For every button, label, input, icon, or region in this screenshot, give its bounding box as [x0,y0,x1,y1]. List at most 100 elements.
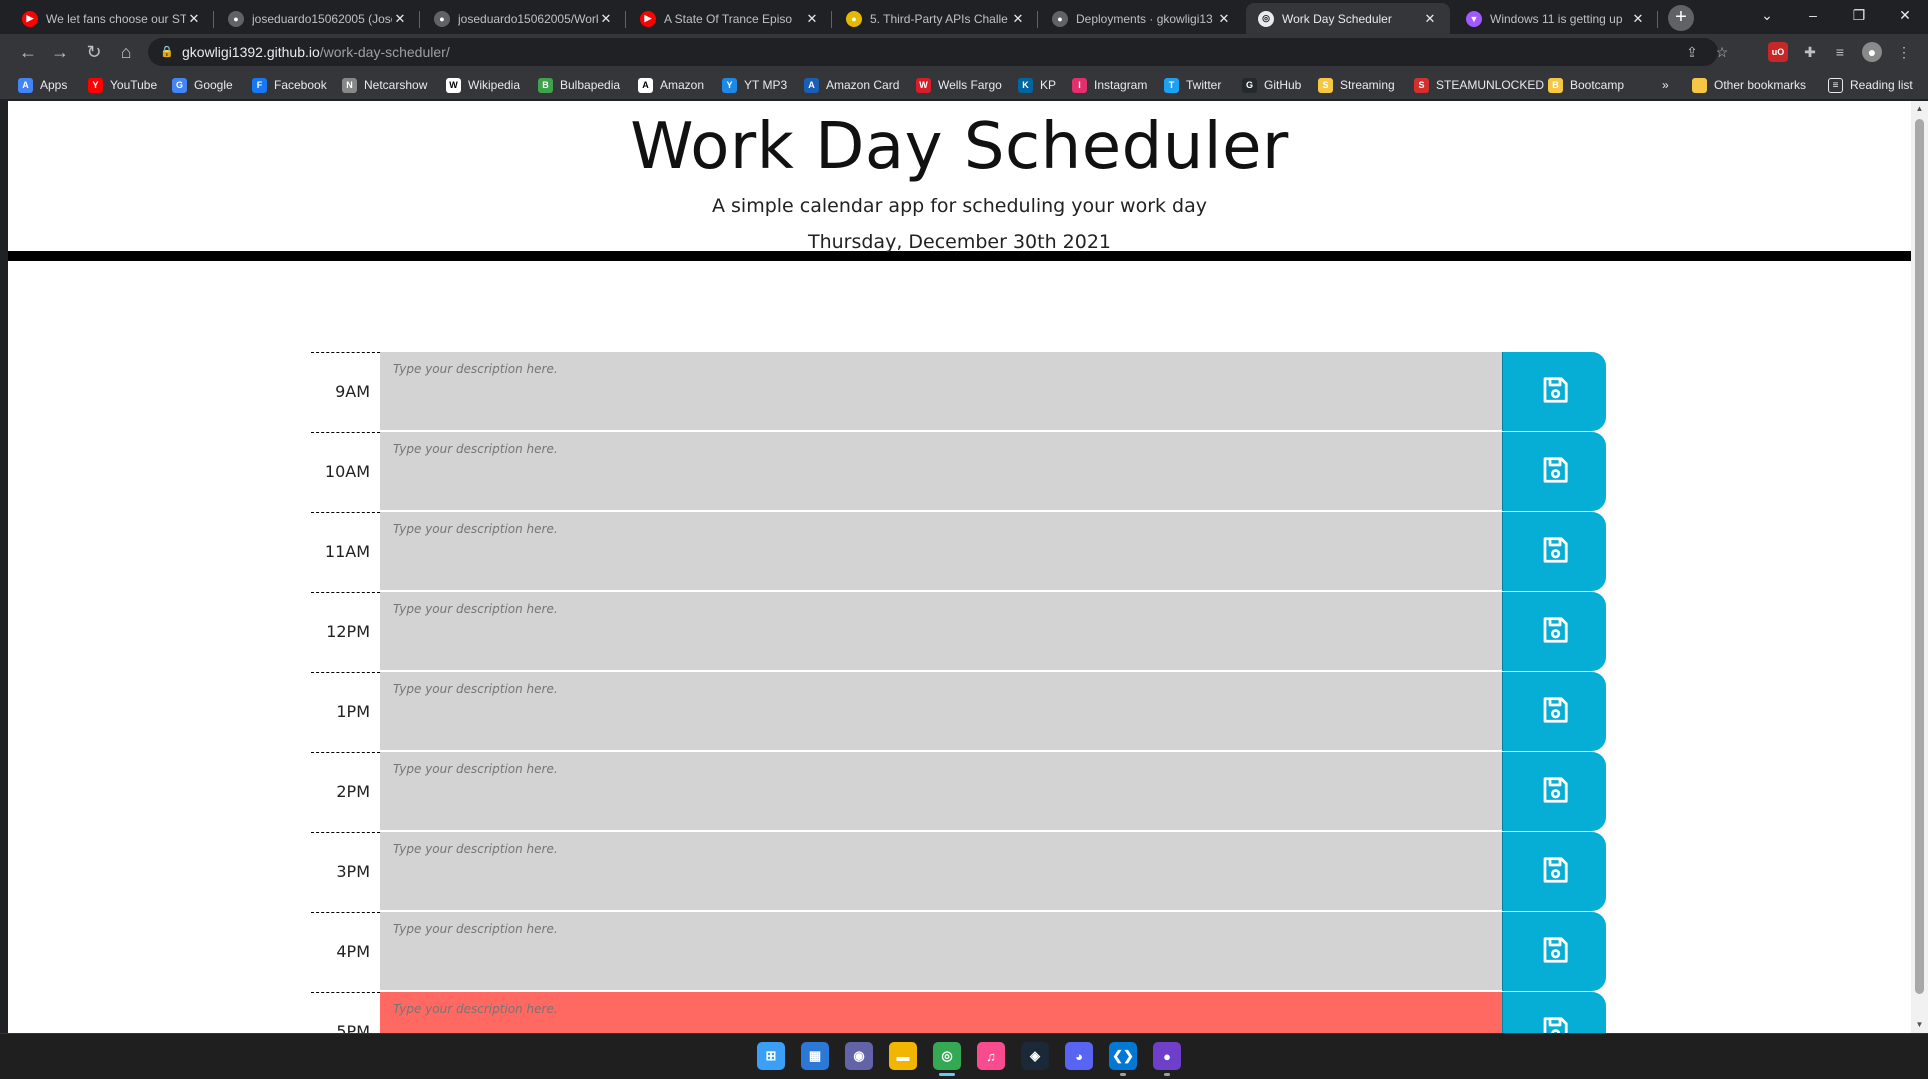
close-tab-icon[interactable]: ✕ [1010,11,1026,27]
save-button[interactable] [1502,672,1606,751]
close-tab-icon[interactable]: ✕ [392,11,408,27]
browser-tab[interactable]: ▼ Windows 11 is getting up ✕ [1454,3,1658,34]
close-tab-icon[interactable]: ✕ [186,11,202,27]
hour-label: 3PM [311,832,380,912]
bookmark-wikipedia[interactable]: W Wikipedia [446,75,520,95]
bookmark-wells-fargo[interactable]: W Wells Fargo [916,75,1002,95]
file-explorer-icon[interactable]: ▬ [889,1042,917,1070]
bookmark-yt-mp3[interactable]: Y YT MP3 [722,75,787,95]
bookmark-streaming[interactable]: S Streaming [1318,75,1395,95]
close-tab-icon[interactable]: ✕ [804,11,820,27]
address-bar[interactable]: 🔒 gkowligi1392.github.io/work-day-schedu… [148,38,1728,66]
save-button[interactable] [1502,912,1606,991]
vscode-icon[interactable]: ❮❯ [1109,1042,1137,1076]
tab-separator [1657,11,1658,28]
forward-arrow-icon[interactable]: → [46,38,74,66]
tab-title: Work Day Scheduler [1282,11,1392,26]
browser-tab[interactable]: ▶ A State Of Trance Episo ✕ [628,3,832,34]
other-bookmarks-folder[interactable]: Other bookmarks [1692,75,1806,95]
bookmark-label: Wells Fargo [938,78,1002,92]
close-tab-icon[interactable]: ✕ [1422,11,1438,27]
bookmark-netcarshow[interactable]: N Netcarshow [342,75,427,95]
browser-tab[interactable]: ◎ Work Day Scheduler ✕ [1246,3,1450,34]
github-desktop-icon[interactable]: ● [1153,1042,1181,1076]
tab-title: joseduardo15062005 (Jose [252,11,392,26]
bookmarks-overflow-button[interactable]: » [1662,75,1669,95]
bookmark-instagram[interactable]: I Instagram [1072,75,1147,95]
reading-list-button[interactable]: ≡ Reading list [1828,75,1913,95]
chrome-icon[interactable]: ◎ [933,1042,961,1076]
browser-tab[interactable]: ● Deployments · gkowligi13 ✕ [1040,3,1244,34]
itunes-icon[interactable]: ♫ [977,1042,1005,1070]
description-textarea[interactable] [380,352,1502,431]
bookmark-steamunlocked[interactable]: S STEAMUNLOCKED [1414,75,1544,95]
bookmark-youtube[interactable]: Y YouTube [88,75,157,95]
tab-search-chevron-icon[interactable]: ⌄ [1744,0,1790,30]
save-button[interactable] [1502,512,1606,591]
description-textarea[interactable] [380,912,1502,991]
profile-avatar-icon[interactable]: ● [1862,42,1882,62]
minimize-button[interactable]: – [1790,0,1836,30]
share-icon[interactable]: ⇪ [1682,42,1702,62]
bookmark-amazon[interactable]: A Amazon [638,75,704,95]
schedule-container: 9AM10AM11AM12PM1PM2PM3PM4PM5PM [311,352,1611,1033]
bookmark-bulbapedia[interactable]: B Bulbapedia [538,75,620,95]
tab-separator [1037,11,1038,28]
scrollbar-thumb[interactable] [1915,119,1924,994]
windows-start-icon[interactable]: ⊞ [757,1042,785,1070]
ublock-extension-icon[interactable]: uO [1768,42,1788,62]
bookmark-apps[interactable]: A Apps [18,75,67,95]
widgets-icon[interactable]: ▦ [801,1042,829,1070]
page-scrollbar[interactable]: ▲ ▼ [1911,101,1928,1033]
description-textarea[interactable] [380,432,1502,511]
discord-icon[interactable]: ◕ [1065,1042,1093,1070]
bookmark-bootcamp[interactable]: B Bootcamp [1548,75,1624,95]
save-button[interactable] [1502,432,1606,511]
github-icon: ● [434,10,450,27]
description-textarea[interactable] [380,832,1502,911]
tab-title: We let fans choose our STA [46,11,186,26]
browser-tab[interactable]: ● joseduardo15062005 (Jose ✕ [216,3,420,34]
save-button[interactable] [1502,592,1606,671]
description-textarea[interactable] [380,992,1502,1033]
scroll-down-arrow-icon[interactable]: ▼ [1911,1017,1928,1033]
home-icon[interactable]: ⌂ [112,38,140,66]
media-control-icon[interactable]: ≡ [1830,42,1850,62]
description-textarea[interactable] [380,672,1502,751]
restore-button[interactable]: ❐ [1836,0,1882,30]
save-button[interactable] [1502,832,1606,911]
description-textarea[interactable] [380,752,1502,831]
close-tab-icon[interactable]: ✕ [1216,11,1232,27]
new-tab-button[interactable]: + [1668,5,1694,31]
tab-title: Deployments · gkowligi13 [1076,11,1213,26]
bookmark-facebook[interactable]: F Facebook [252,75,327,95]
bookmark-kp[interactable]: K KP [1018,75,1056,95]
bookmark-amazon-card[interactable]: A Amazon Card [804,75,899,95]
browser-tab[interactable]: ● 5. Third-Party APIs Challe ✕ [834,3,1038,34]
bookmark-google[interactable]: G Google [172,75,233,95]
bookmark-star-icon[interactable]: ☆ [1712,42,1732,62]
save-button[interactable] [1502,352,1606,431]
bookmark-twitter[interactable]: T Twitter [1164,75,1221,95]
close-window-button[interactable]: ✕ [1882,0,1928,30]
description-textarea[interactable] [380,512,1502,591]
browser-tab[interactable]: ▶ We let fans choose our STA ✕ [10,3,214,34]
extensions-puzzle-icon[interactable]: ✚ [1800,42,1820,62]
scroll-up-arrow-icon[interactable]: ▲ [1911,101,1928,117]
time-block-row: 12PM [311,592,1611,672]
back-arrow-icon[interactable]: ← [14,38,42,66]
kp-icon: K [1018,77,1033,93]
bookmark-github[interactable]: G GitHub [1242,75,1301,95]
chrome-menu-icon[interactable]: ⋮ [1894,42,1914,62]
close-tab-icon[interactable]: ✕ [598,11,614,27]
save-button[interactable] [1502,752,1606,831]
browser-tab[interactable]: ● joseduardo15062005/Work ✕ [422,3,626,34]
teams-chat-icon[interactable]: ◉ [845,1042,873,1070]
reload-icon[interactable]: ↻ [80,38,108,66]
steam-icon[interactable]: ◈ [1021,1042,1049,1070]
save-button[interactable] [1502,992,1606,1033]
close-tab-icon[interactable]: ✕ [1630,11,1646,27]
bookmark-label: YouTube [110,78,158,92]
bulbapedia-icon: B [538,77,553,93]
description-textarea[interactable] [380,592,1502,671]
